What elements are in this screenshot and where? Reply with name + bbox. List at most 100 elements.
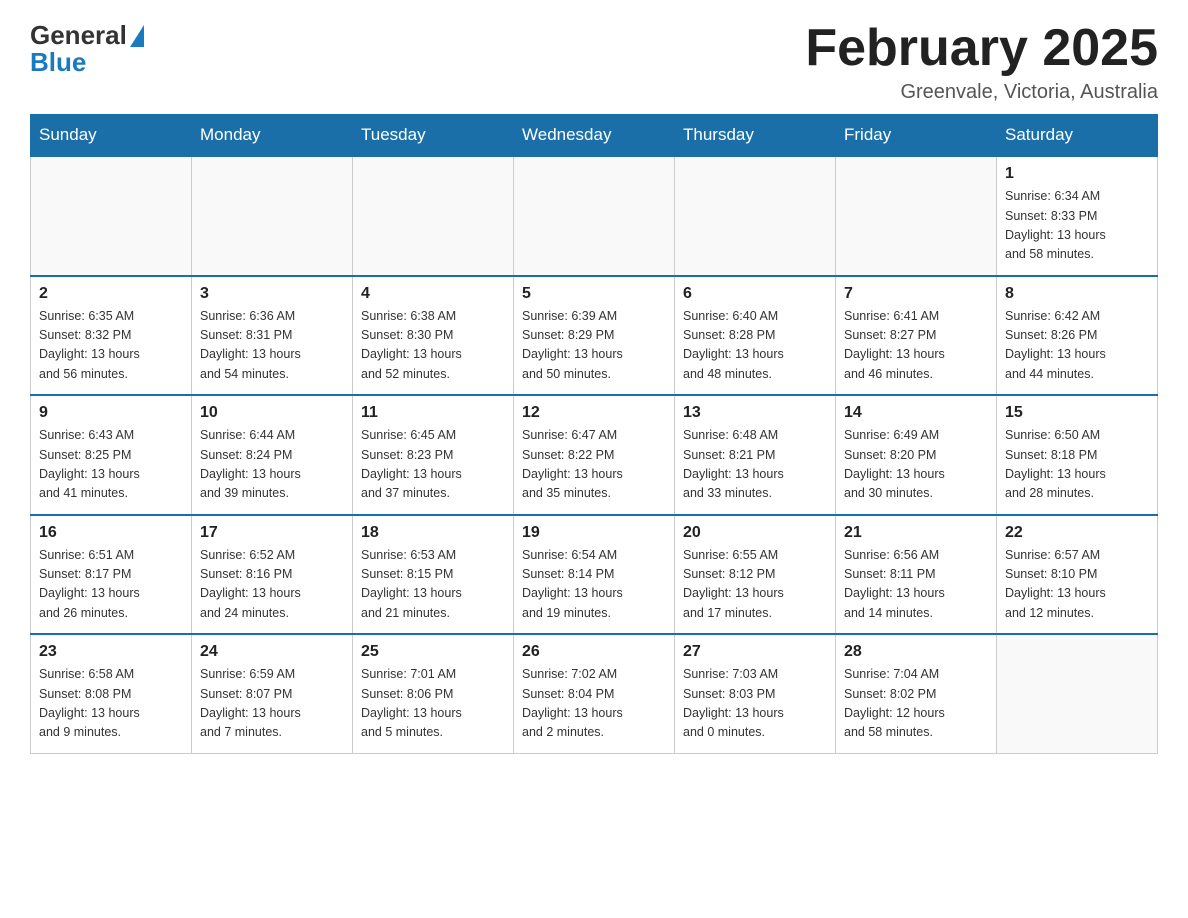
calendar-cell: 16Sunrise: 6:51 AMSunset: 8:17 PMDayligh… (31, 515, 192, 635)
calendar-cell: 25 Sunrise: 7:01 AMSunset: 8:06 PMDayligh… (353, 634, 514, 753)
day-number: 12 (522, 404, 666, 422)
calendar-cell: 19 Sunrise: 6:54 AMSunset: 8:14 PMDayligh… (514, 515, 675, 635)
calendar-cell: 1 Sunrise: 6:34 AMSunset: 8:33 PMDaylight… (997, 156, 1158, 276)
day-info: Sunrise: 6:43 AMSunset: 8:25 PMDaylight:… (39, 426, 183, 504)
day-info: Sunrise: 6:34 AMSunset: 8:33 PMDaylight:… (1005, 187, 1149, 265)
day-info: Sunrise: 6:50 AMSunset: 8:18 PMDaylight:… (1005, 426, 1149, 504)
day-number: 27 (683, 643, 827, 661)
day-number: 10 (200, 404, 344, 422)
calendar-cell: 13Sunrise: 6:48 AMSunset: 8:21 PMDayligh… (675, 395, 836, 515)
calendar-cell (675, 156, 836, 276)
day-number: 6 (683, 285, 827, 303)
weekday-header-friday: Friday (836, 115, 997, 157)
day-number: 8 (1005, 285, 1149, 303)
day-info: Sunrise: 6:41 AMSunset: 8:27 PMDaylight:… (844, 307, 988, 385)
calendar-week-row: 9 Sunrise: 6:43 AMSunset: 8:25 PMDaylight… (31, 395, 1158, 515)
day-number: 7 (844, 285, 988, 303)
calendar-cell: 4 Sunrise: 6:38 AMSunset: 8:30 PMDaylight… (353, 276, 514, 396)
calendar-cell: 10 Sunrise: 6:44 AMSunset: 8:24 PMDayligh… (192, 395, 353, 515)
calendar-cell: 8 Sunrise: 6:42 AMSunset: 8:26 PMDaylight… (997, 276, 1158, 396)
day-info: Sunrise: 7:04 AMSunset: 8:02 PMDaylight:… (844, 665, 988, 743)
day-number: 14 (844, 404, 988, 422)
calendar-cell: 27 Sunrise: 7:03 AMSunset: 8:03 PMDayligh… (675, 634, 836, 753)
month-title: February 2025 (805, 20, 1158, 77)
day-info: Sunrise: 6:45 AMSunset: 8:23 PMDaylight:… (361, 426, 505, 504)
day-number: 17 (200, 524, 344, 542)
weekday-header-thursday: Thursday (675, 115, 836, 157)
day-number: 22 (1005, 524, 1149, 542)
day-info: Sunrise: 6:49 AMSunset: 8:20 PMDaylight:… (844, 426, 988, 504)
calendar-cell: 2 Sunrise: 6:35 AMSunset: 8:32 PMDaylight… (31, 276, 192, 396)
day-info: Sunrise: 7:01 AMSunset: 8:06 PMDaylight:… (361, 665, 505, 743)
day-info: Sunrise: 6:54 AMSunset: 8:14 PMDaylight:… (522, 546, 666, 624)
day-number: 5 (522, 285, 666, 303)
day-info: Sunrise: 6:53 AMSunset: 8:15 PMDaylight:… (361, 546, 505, 624)
calendar-cell: 18 Sunrise: 6:53 AMSunset: 8:15 PMDayligh… (353, 515, 514, 635)
day-info: Sunrise: 6:38 AMSunset: 8:30 PMDaylight:… (361, 307, 505, 385)
day-number: 28 (844, 643, 988, 661)
day-number: 3 (200, 285, 344, 303)
day-number: 23 (39, 643, 183, 661)
day-number: 18 (361, 524, 505, 542)
day-number: 24 (200, 643, 344, 661)
day-number: 4 (361, 285, 505, 303)
weekday-header-sunday: Sunday (31, 115, 192, 157)
calendar-cell: 17 Sunrise: 6:52 AMSunset: 8:16 PMDayligh… (192, 515, 353, 635)
day-number: 9 (39, 404, 183, 422)
calendar-cell: 14 Sunrise: 6:49 AMSunset: 8:20 PMDayligh… (836, 395, 997, 515)
calendar-cell: 22Sunrise: 6:57 AMSunset: 8:10 PMDayligh… (997, 515, 1158, 635)
calendar-week-row: 16Sunrise: 6:51 AMSunset: 8:17 PMDayligh… (31, 515, 1158, 635)
logo-triangle-icon (130, 25, 144, 47)
calendar-cell: 5Sunrise: 6:39 AMSunset: 8:29 PMDaylight… (514, 276, 675, 396)
weekday-header-wednesday: Wednesday (514, 115, 675, 157)
day-number: 16 (39, 524, 183, 542)
day-info: Sunrise: 6:40 AMSunset: 8:28 PMDaylight:… (683, 307, 827, 385)
page-header: General Blue February 2025 Greenvale, Vi… (30, 20, 1158, 104)
day-number: 2 (39, 285, 183, 303)
day-info: Sunrise: 6:47 AMSunset: 8:22 PMDaylight:… (522, 426, 666, 504)
calendar-week-row: 1 Sunrise: 6:34 AMSunset: 8:33 PMDaylight… (31, 156, 1158, 276)
day-info: Sunrise: 6:48 AMSunset: 8:21 PMDaylight:… (683, 426, 827, 504)
logo-blue-text: Blue (30, 47, 86, 78)
day-number: 1 (1005, 165, 1149, 183)
title-block: February 2025 Greenvale, Victoria, Austr… (805, 20, 1158, 104)
calendar-cell: 24 Sunrise: 6:59 AMSunset: 8:07 PMDayligh… (192, 634, 353, 753)
day-info: Sunrise: 6:55 AMSunset: 8:12 PMDaylight:… (683, 546, 827, 624)
day-info: Sunrise: 6:36 AMSunset: 8:31 PMDaylight:… (200, 307, 344, 385)
location: Greenvale, Victoria, Australia (805, 81, 1158, 104)
calendar-cell (997, 634, 1158, 753)
calendar-header-row: SundayMondayTuesdayWednesdayThursdayFrid… (31, 115, 1158, 157)
day-info: Sunrise: 6:56 AMSunset: 8:11 PMDaylight:… (844, 546, 988, 624)
calendar-week-row: 2 Sunrise: 6:35 AMSunset: 8:32 PMDaylight… (31, 276, 1158, 396)
calendar-cell (514, 156, 675, 276)
calendar-cell: 21Sunrise: 6:56 AMSunset: 8:11 PMDayligh… (836, 515, 997, 635)
calendar-cell: 12 Sunrise: 6:47 AMSunset: 8:22 PMDayligh… (514, 395, 675, 515)
day-number: 20 (683, 524, 827, 542)
day-info: Sunrise: 7:03 AMSunset: 8:03 PMDaylight:… (683, 665, 827, 743)
day-info: Sunrise: 6:59 AMSunset: 8:07 PMDaylight:… (200, 665, 344, 743)
day-number: 25 (361, 643, 505, 661)
day-info: Sunrise: 6:35 AMSunset: 8:32 PMDaylight:… (39, 307, 183, 385)
calendar-table: SundayMondayTuesdayWednesdayThursdayFrid… (30, 114, 1158, 754)
day-info: Sunrise: 7:02 AMSunset: 8:04 PMDaylight:… (522, 665, 666, 743)
calendar-cell (836, 156, 997, 276)
calendar-cell: 6 Sunrise: 6:40 AMSunset: 8:28 PMDaylight… (675, 276, 836, 396)
calendar-cell: 3 Sunrise: 6:36 AMSunset: 8:31 PMDaylight… (192, 276, 353, 396)
calendar-cell: 7 Sunrise: 6:41 AMSunset: 8:27 PMDaylight… (836, 276, 997, 396)
calendar-cell: 9 Sunrise: 6:43 AMSunset: 8:25 PMDaylight… (31, 395, 192, 515)
weekday-header-monday: Monday (192, 115, 353, 157)
calendar-cell: 11 Sunrise: 6:45 AMSunset: 8:23 PMDayligh… (353, 395, 514, 515)
day-info: Sunrise: 6:42 AMSunset: 8:26 PMDaylight:… (1005, 307, 1149, 385)
calendar-cell: 20 Sunrise: 6:55 AMSunset: 8:12 PMDayligh… (675, 515, 836, 635)
weekday-header-tuesday: Tuesday (353, 115, 514, 157)
day-number: 26 (522, 643, 666, 661)
day-info: Sunrise: 6:58 AMSunset: 8:08 PMDaylight:… (39, 665, 183, 743)
day-number: 11 (361, 404, 505, 422)
calendar-cell (353, 156, 514, 276)
day-info: Sunrise: 6:44 AMSunset: 8:24 PMDaylight:… (200, 426, 344, 504)
logo: General Blue (30, 20, 144, 78)
day-number: 19 (522, 524, 666, 542)
day-info: Sunrise: 6:52 AMSunset: 8:16 PMDaylight:… (200, 546, 344, 624)
weekday-header-saturday: Saturday (997, 115, 1158, 157)
calendar-week-row: 23 Sunrise: 6:58 AMSunset: 8:08 PMDayligh… (31, 634, 1158, 753)
